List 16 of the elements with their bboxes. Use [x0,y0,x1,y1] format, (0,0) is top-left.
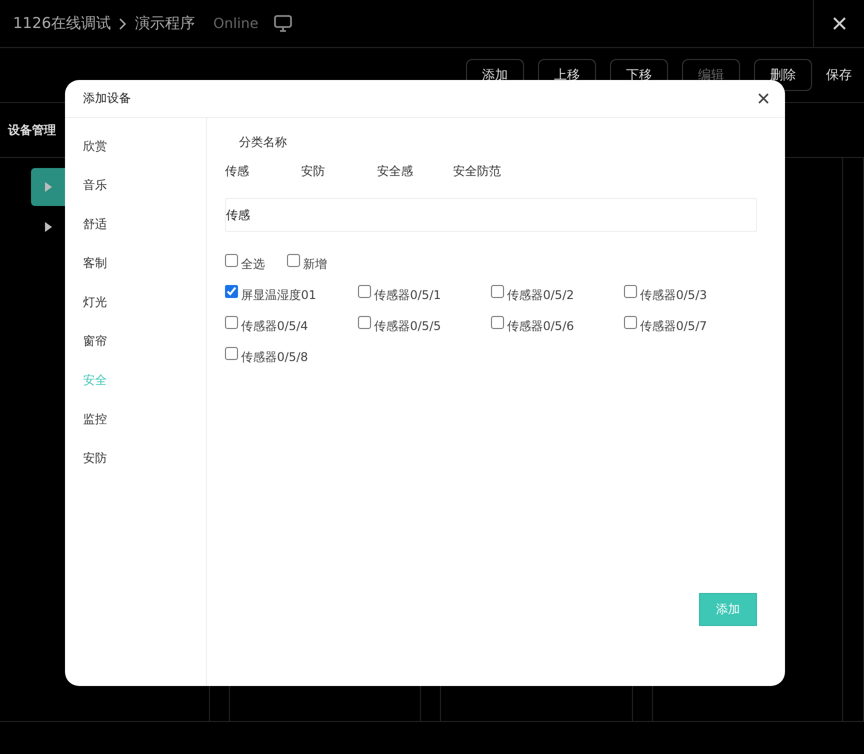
group-label: 分类名称 [239,134,288,151]
dialog-title: 添加设备 [83,90,131,107]
status-text: Online [213,16,258,32]
checkbox-label: 传感器0/5/8 [241,349,308,366]
checkbox-label: 传感器0/5/4 [241,318,308,335]
checkbox-label: 屏显温湿度01 [241,287,316,304]
checkbox-label: 传感器0/5/7 [640,318,707,335]
checkbox-label: 传感器0/5/1 [374,287,441,304]
checkbox-label: 传感器0/5/6 [507,318,574,335]
checkbox-label: 传感器0/5/5 [374,318,441,335]
page-title: 演示程序 [135,14,196,33]
checkbox-label: 新增 [303,256,327,273]
checkbox-label: 全选 [241,256,265,273]
checkbox-label: 传感器0/5/2 [507,287,574,304]
panel-title: 设备管理 [8,122,56,138]
checkbox-label: 传感器0/5/3 [640,287,707,304]
